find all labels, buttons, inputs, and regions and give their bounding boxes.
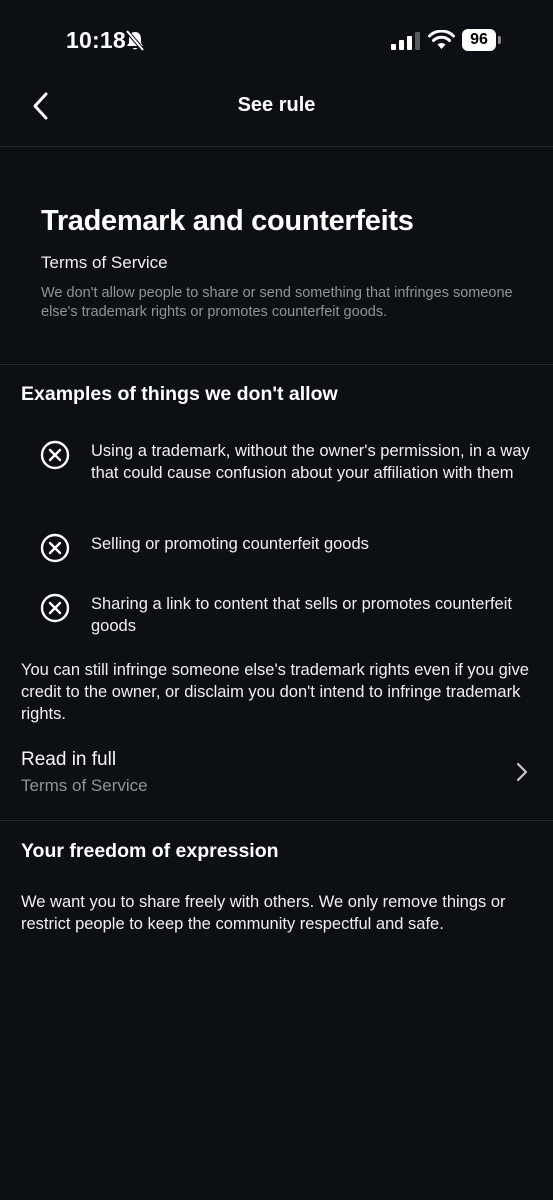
battery-icon: 96 bbox=[462, 29, 496, 51]
rule-header: Trademark and counterfeits Terms of Serv… bbox=[0, 147, 553, 365]
freedom-heading: Your freedom of expression bbox=[21, 840, 279, 862]
page-title: See rule bbox=[237, 94, 316, 116]
status-bar: 10:18 96 bbox=[0, 0, 553, 80]
rule-title: Trademark and counterfeits bbox=[41, 205, 414, 237]
bell-slash-icon bbox=[125, 30, 145, 52]
status-time: 10:18 bbox=[66, 27, 126, 53]
example-text: Sharing a link to content that sells or … bbox=[91, 595, 512, 635]
freedom-text: We want you to share freely with others.… bbox=[21, 893, 506, 933]
read-in-full-link[interactable]: Read in full Terms of Service bbox=[0, 740, 553, 821]
examples-heading: Examples of things we don't allow bbox=[21, 383, 338, 405]
example-text: Using a trademark, without the owner's p… bbox=[91, 442, 530, 482]
rule-description: We don't allow people to share or send s… bbox=[41, 285, 513, 320]
examples-note: You can still infringe someone else's tr… bbox=[21, 661, 529, 723]
x-circle-icon bbox=[40, 593, 70, 623]
chevron-right-icon bbox=[516, 762, 528, 782]
read-in-full-label: Read in full bbox=[21, 749, 117, 770]
wifi-icon bbox=[428, 30, 455, 49]
x-circle-icon bbox=[40, 533, 70, 563]
rule-subtitle: Terms of Service bbox=[41, 253, 168, 272]
cellular-signal-icon bbox=[391, 32, 420, 50]
example-text: Selling or promoting counterfeit goods bbox=[91, 535, 369, 553]
battery-nub bbox=[498, 36, 501, 44]
read-in-full-sublabel: Terms of Service bbox=[21, 776, 148, 795]
x-circle-icon bbox=[40, 440, 70, 470]
nav-bar: See rule bbox=[0, 80, 553, 147]
